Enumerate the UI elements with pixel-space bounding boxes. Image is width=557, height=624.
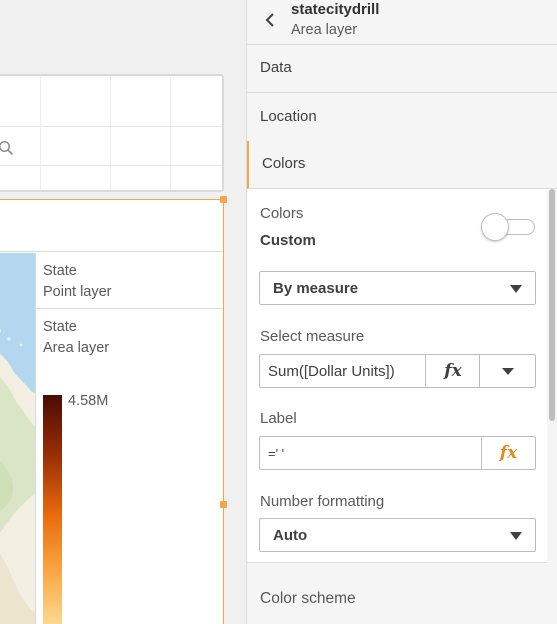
- select-measure-label: Select measure: [260, 328, 365, 345]
- chevron-down-icon: [510, 285, 522, 293]
- layer-subtitle: Area layer: [291, 22, 358, 38]
- filter-pane[interactable]: [0, 74, 224, 192]
- toggle-knob: [481, 213, 509, 241]
- label-expression-value: =' ': [268, 446, 285, 461]
- panel-header: statecitydrill Area layer: [247, 0, 557, 45]
- number-formatting-value: Auto: [273, 527, 308, 544]
- properties-panel: statecitydrill Area layer Data Location …: [246, 0, 557, 624]
- colors-mode-value: Custom: [260, 232, 316, 249]
- colors-section-body: Colors Custom By measure Select measure …: [247, 189, 547, 563]
- layer-title: statecitydrill: [291, 1, 380, 18]
- legend-item-area-layer[interactable]: State Area layer: [43, 317, 109, 359]
- map-legend: State Point layer State Area layer 4.58M: [35, 253, 223, 624]
- section-colors[interactable]: Colors: [247, 141, 557, 189]
- map-header: [0, 200, 223, 252]
- section-label: Colors: [262, 155, 306, 172]
- color-scheme-label[interactable]: Color scheme: [260, 590, 356, 608]
- number-formatting-label: Number formatting: [260, 493, 385, 510]
- grid-line: [40, 76, 41, 190]
- grid-line: [170, 76, 171, 190]
- map-chart[interactable]: State Point layer State Area layer 4.58M: [0, 196, 227, 624]
- grid-line: [110, 76, 111, 190]
- resize-handle[interactable]: [220, 501, 227, 508]
- back-arrow-icon[interactable]: [263, 11, 277, 29]
- map-view[interactable]: [0, 253, 35, 624]
- chevron-down-icon: [510, 532, 522, 540]
- legend-divider: [36, 308, 223, 309]
- measure-field[interactable]: Sum([Dollar Units]) fx: [259, 354, 536, 388]
- measure-dropdown-button[interactable]: [479, 355, 535, 387]
- resize-handle[interactable]: [220, 196, 227, 203]
- color-by-dropdown[interactable]: By measure: [259, 271, 536, 305]
- number-formatting-dropdown[interactable]: Auto: [259, 518, 536, 552]
- legend-item-title: State: [43, 263, 77, 279]
- search-icon[interactable]: [0, 140, 14, 156]
- color-gradient-bar: [43, 395, 62, 624]
- label-label: Label: [260, 410, 297, 427]
- color-by-value: By measure: [273, 280, 359, 297]
- section-location[interactable]: Location: [247, 94, 557, 142]
- label-expression-field[interactable]: =' ' fx: [259, 436, 536, 470]
- grid-line: [0, 165, 222, 166]
- auto-colors-toggle[interactable]: [481, 213, 537, 241]
- legend-item-title: State: [43, 319, 77, 335]
- fx-expression-icon[interactable]: fx: [425, 355, 480, 387]
- legend-item-subtitle: Point layer: [43, 284, 112, 300]
- section-label: Location: [260, 108, 317, 125]
- legend-item-subtitle: Area layer: [43, 340, 110, 356]
- gradient-max-label: 4.58M: [68, 393, 109, 409]
- legend-item-point-layer[interactable]: State Point layer: [43, 261, 112, 303]
- chevron-down-icon: [502, 368, 514, 375]
- colors-mode-label: Colors: [260, 205, 304, 222]
- section-label: Data: [260, 59, 292, 76]
- section-data[interactable]: Data: [247, 45, 557, 93]
- scrollbar[interactable]: [549, 189, 555, 421]
- grid-line: [0, 126, 222, 127]
- fx-expression-icon[interactable]: fx: [481, 437, 535, 469]
- measure-value: Sum([Dollar Units]): [268, 363, 395, 380]
- sheet-canvas: State Point layer State Area layer 4.58M: [0, 0, 246, 624]
